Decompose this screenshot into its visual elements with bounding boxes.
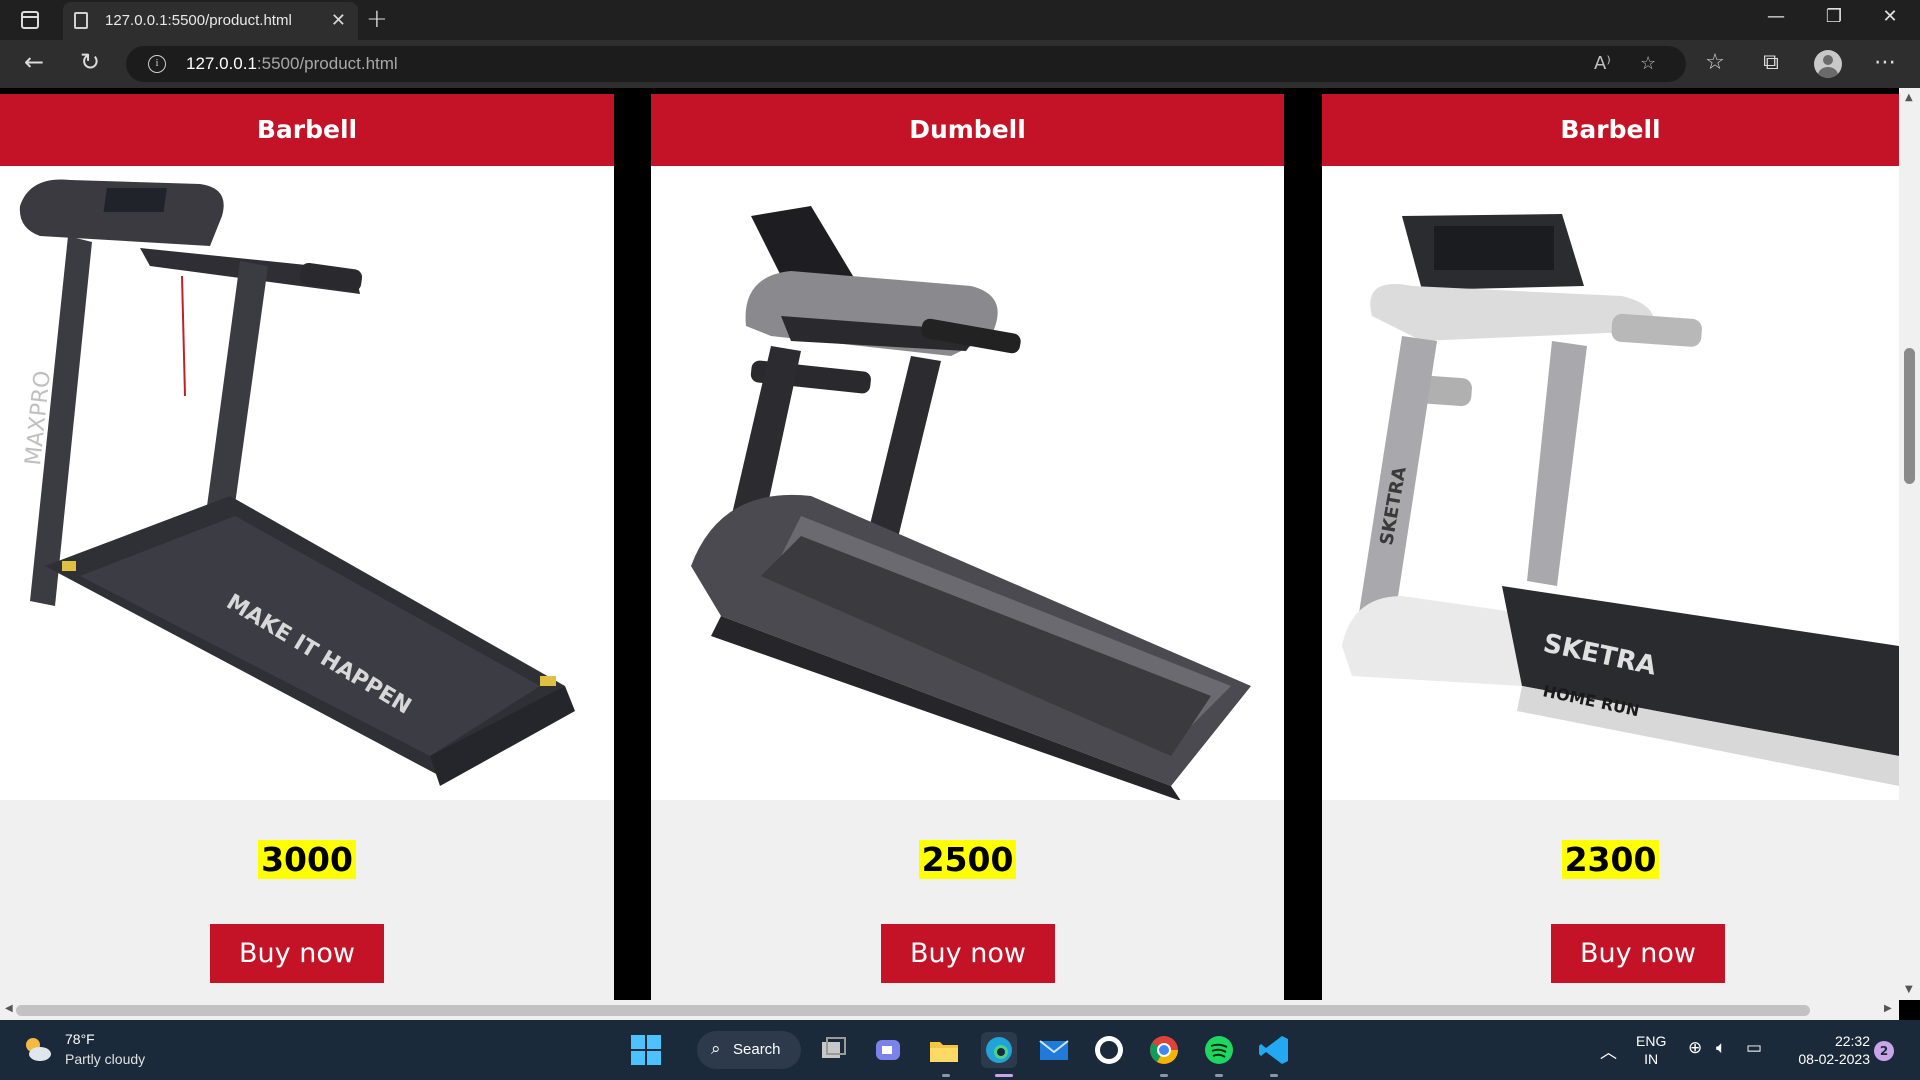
tab-actions-icon[interactable] xyxy=(16,8,44,32)
product-image xyxy=(651,166,1284,800)
read-aloud-icon[interactable]: A⁾ xyxy=(1594,53,1611,74)
treadmill-black-image xyxy=(691,206,1251,800)
product-price: 2300 xyxy=(1561,840,1660,879)
collections-icon[interactable]: ⧉ xyxy=(1756,50,1786,75)
close-tab-icon[interactable]: ✕ xyxy=(331,10,346,31)
minimize-icon[interactable]: — xyxy=(1756,6,1796,27)
teams-chat-icon[interactable] xyxy=(870,1032,906,1068)
browser-tab-bar: 127.0.0.1:5500/product.html ✕ + — ❐ ✕ xyxy=(0,0,1920,40)
github-icon[interactable] xyxy=(1091,1032,1127,1068)
product-card: Barbell SKETRA SKETRA HOME RUN 2300 Buy … xyxy=(1322,94,1899,1018)
buy-now-button[interactable]: Buy now xyxy=(1551,924,1725,983)
product-image: SKETRA SKETRA HOME RUN xyxy=(1322,166,1899,800)
battery-icon[interactable]: ▭ xyxy=(1746,1038,1762,1058)
horizontal-scroll-thumb[interactable] xyxy=(16,1005,1810,1016)
product-price: 3000 xyxy=(258,840,356,879)
product-title: Barbell xyxy=(0,94,614,166)
back-icon[interactable]: ← xyxy=(16,48,52,76)
site-info-icon[interactable]: i xyxy=(148,55,166,73)
browser-tab[interactable]: 127.0.0.1:5500/product.html ✕ xyxy=(63,2,358,40)
show-hidden-icons[interactable]: ︿ xyxy=(1600,1038,1617,1063)
language-indicator[interactable]: ENG IN xyxy=(1636,1032,1666,1068)
windows-start-icon[interactable] xyxy=(628,1032,664,1068)
vertical-scrollbar[interactable]: ▲ ▼ xyxy=(1899,88,1920,1000)
product-price: 2500 xyxy=(918,840,1017,879)
buy-now-button[interactable]: Buy now xyxy=(881,924,1055,983)
tab-title: 127.0.0.1:5500/product.html xyxy=(105,12,292,29)
clock[interactable]: 22:32 08-02-2023 xyxy=(1786,1032,1870,1068)
more-options-icon[interactable]: ⋯ xyxy=(1870,50,1900,75)
treadmill-white-image: SKETRA SKETRA HOME RUN xyxy=(1342,214,1899,786)
search-icon: ⌕ xyxy=(711,1039,721,1058)
file-explorer-icon[interactable] xyxy=(926,1032,962,1068)
notification-badge[interactable]: 2 xyxy=(1874,1041,1894,1061)
profile-avatar[interactable] xyxy=(1814,50,1842,78)
volume-icon[interactable]: 🔈︎ xyxy=(1716,1038,1726,1058)
url-text[interactable]: 127.0.0.1:5500/product.html xyxy=(186,54,398,74)
horizontal-scrollbar[interactable]: ◀ ▶ xyxy=(0,1000,1899,1020)
product-title: Barbell xyxy=(1322,94,1899,166)
vertical-scroll-thumb[interactable] xyxy=(1904,348,1915,484)
add-favorite-icon[interactable]: ☆ xyxy=(1640,53,1656,74)
partly-cloudy-icon[interactable] xyxy=(22,1034,52,1064)
taskbar: 78°F Partly cloudy ⌕ Search ︿ ENG IN ⊕ 🔈… xyxy=(0,1020,1920,1080)
address-bar[interactable]: i 127.0.0.1:5500/product.html A⁾ ☆ xyxy=(126,46,1686,82)
weather-temperature[interactable]: 78°F xyxy=(65,1031,95,1047)
address-bar-row: ← ↻ i 127.0.0.1:5500/product.html A⁾ ☆ ☆… xyxy=(0,40,1920,88)
restore-icon[interactable]: ❐ xyxy=(1814,6,1854,27)
product-card: Dumbell 2500 Buy now xyxy=(651,94,1284,1018)
scroll-up-icon[interactable]: ▲ xyxy=(1905,92,1913,103)
product-image: MAXPRO MAKE IT HAPPEN xyxy=(0,166,614,800)
close-window-icon[interactable]: ✕ xyxy=(1870,6,1910,27)
new-tab-icon[interactable]: + xyxy=(366,4,388,34)
vscode-icon[interactable] xyxy=(1256,1032,1292,1068)
page-icon xyxy=(74,12,88,29)
scroll-down-icon[interactable]: ▼ xyxy=(1905,984,1913,995)
product-title: Dumbell xyxy=(651,94,1284,166)
scroll-right-icon[interactable]: ▶ xyxy=(1884,1003,1892,1014)
refresh-icon[interactable]: ↻ xyxy=(72,48,108,76)
weather-condition[interactable]: Partly cloudy xyxy=(65,1051,145,1067)
search-label: Search xyxy=(733,1041,781,1058)
treadmill-dark-image: MAXPRO MAKE IT HAPPEN xyxy=(19,179,575,786)
page-viewport: Barbell MAXPRO MAKE IT HAPPEN 3000 Buy n… xyxy=(0,88,1920,1020)
chrome-icon[interactable] xyxy=(1146,1032,1182,1068)
task-view-icon[interactable] xyxy=(816,1032,852,1068)
product-card: Barbell MAXPRO MAKE IT HAPPEN 3000 Buy n… xyxy=(0,94,614,1018)
network-icon[interactable]: ⊕ xyxy=(1688,1038,1702,1058)
edge-browser-icon[interactable] xyxy=(981,1032,1017,1068)
mail-icon[interactable] xyxy=(1036,1032,1072,1068)
favorites-icon[interactable]: ☆ xyxy=(1700,50,1730,75)
buy-now-button[interactable]: Buy now xyxy=(210,924,384,983)
taskbar-search[interactable]: ⌕ Search xyxy=(697,1031,801,1069)
scroll-left-icon[interactable]: ◀ xyxy=(5,1003,13,1014)
spotify-icon[interactable] xyxy=(1201,1032,1237,1068)
